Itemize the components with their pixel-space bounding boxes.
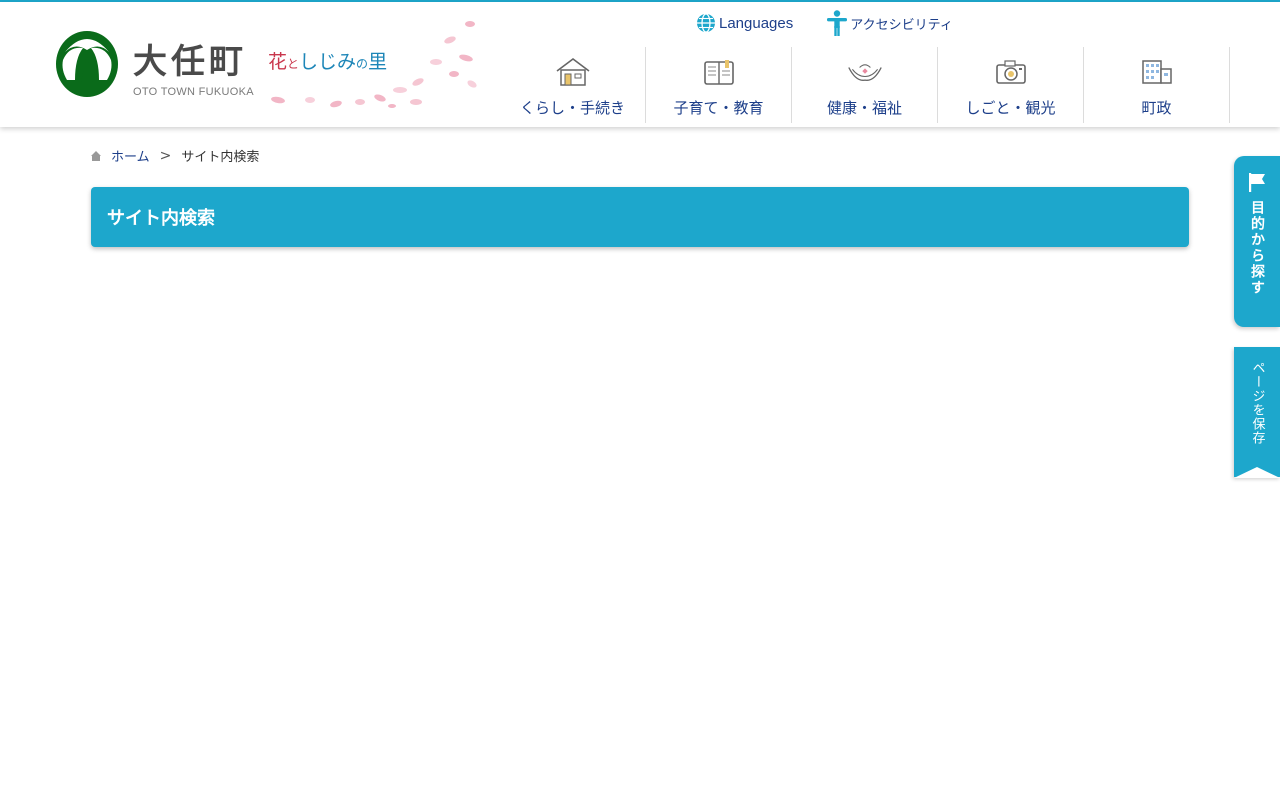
- ribbon-notch-decoration: [1234, 467, 1280, 478]
- utility-nav: Languages アクセシビリティ: [696, 10, 953, 36]
- breadcrumb-home-label: ホーム: [111, 150, 150, 165]
- breadcrumb: ホーム > サイト内検索: [90, 146, 259, 165]
- home-icon: [91, 150, 101, 161]
- town-name-english: OTO TOWN FUKUOKA: [133, 86, 254, 98]
- hands-icon: [847, 64, 882, 81]
- breadcrumb-home-link[interactable]: ホーム: [90, 146, 150, 165]
- nav-item-life[interactable]: くらし・手続き: [500, 47, 646, 123]
- save-page-label: ページを保存: [1249, 361, 1265, 445]
- find-by-purpose-label: 目的から探す: [1249, 200, 1265, 296]
- save-page-tab[interactable]: ページを保存: [1234, 347, 1280, 478]
- tagline-part-flower: 花: [268, 51, 288, 73]
- town-tagline: 花としじみの里: [268, 47, 387, 74]
- town-emblem-icon: [56, 31, 118, 97]
- nav-label-health: 健康・福祉: [826, 99, 902, 117]
- nav-label-childcare: 子育て・教育: [673, 99, 764, 117]
- house-icon: [556, 58, 589, 86]
- languages-link[interactable]: Languages: [696, 13, 793, 33]
- nav-item-government[interactable]: 町政: [1084, 47, 1230, 123]
- tagline-part-to: と: [287, 57, 300, 71]
- tagline-part-sato: 里: [368, 51, 388, 73]
- breadcrumb-separator: >: [159, 147, 172, 164]
- nav-label-life: くらし・手続き: [519, 99, 625, 117]
- camera-icon: [995, 60, 1026, 84]
- nav-label-work: しごと・観光: [965, 99, 1056, 117]
- page-title-bar: サイト内検索: [91, 187, 1189, 247]
- languages-label: Languages: [719, 14, 794, 32]
- nav-item-health[interactable]: 健康・福祉: [792, 47, 938, 123]
- tagline-part-no: の: [356, 57, 369, 71]
- book-icon: [703, 60, 734, 85]
- tagline-part-shijimi: しじみ: [299, 51, 357, 73]
- accessibility-label: アクセシビリティ: [850, 17, 953, 33]
- nav-item-childcare[interactable]: 子育て・教育: [646, 47, 792, 123]
- find-by-purpose-tab[interactable]: 目的から探す: [1234, 156, 1280, 327]
- building-icon: [1141, 60, 1172, 84]
- globe-icon: [697, 13, 715, 33]
- nav-item-work[interactable]: しごと・観光: [938, 47, 1084, 123]
- flag-icon: [1249, 173, 1265, 192]
- accessibility-person-icon: [827, 10, 848, 36]
- accessibility-link[interactable]: アクセシビリティ: [827, 10, 953, 36]
- global-nav: くらし・手続き 子育て・教育 健康・福祉 しごと・観光 町政: [500, 47, 1230, 123]
- nav-label-government: 町政: [1141, 99, 1172, 117]
- page-title: サイト内検索: [107, 208, 215, 229]
- breadcrumb-current: サイト内検索: [181, 150, 260, 165]
- town-name: 大任町: [133, 42, 247, 82]
- site-header: 大任町 OTO TOWN FUKUOKA 花としじみの里 Languages ア…: [0, 2, 1280, 127]
- site-logo-link[interactable]: 大任町 OTO TOWN FUKUOKA 花としじみの里: [55, 21, 495, 110]
